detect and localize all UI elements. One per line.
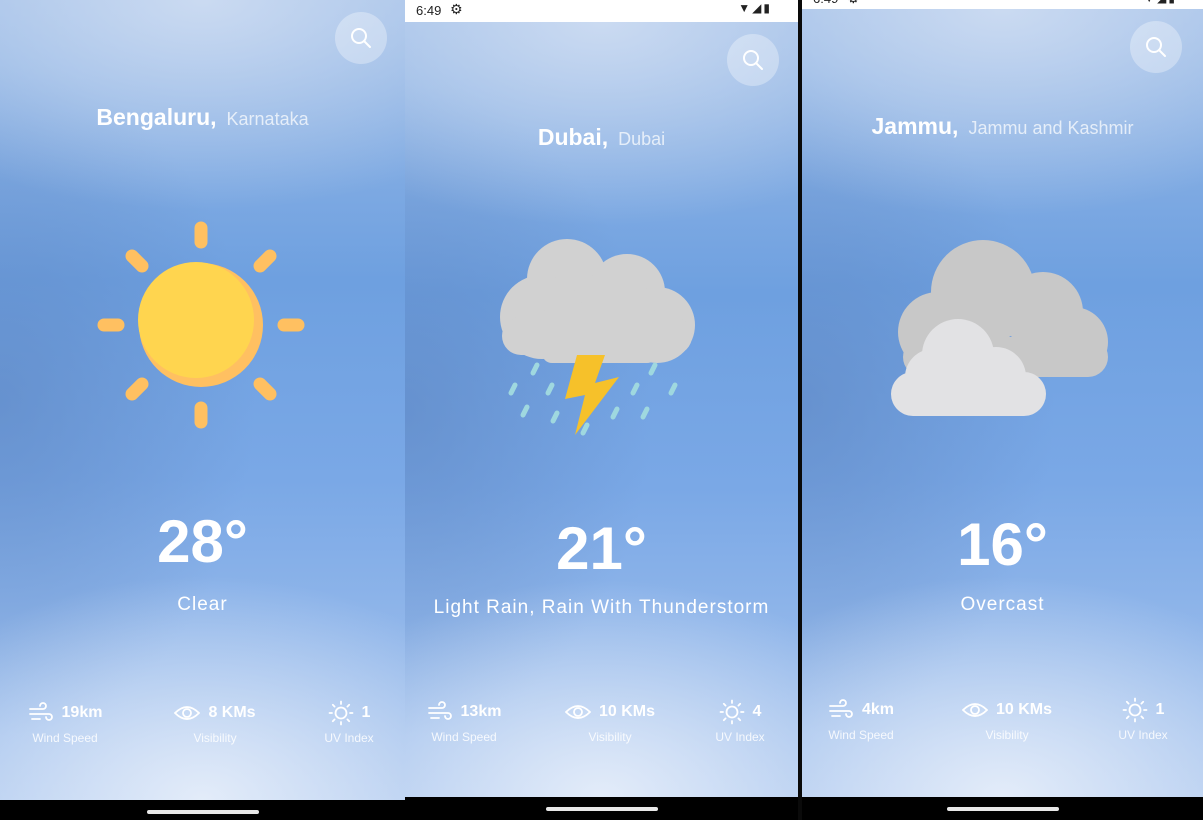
- visibility-label: Visibility: [985, 728, 1029, 742]
- uv-index-stat: 4 UV Index: [675, 699, 798, 744]
- region-name: Karnataka: [226, 109, 309, 129]
- uv-index-value: 1: [361, 704, 371, 721]
- search-button[interactable]: [727, 34, 779, 86]
- wind-icon: [28, 702, 53, 721]
- uv-index-stat: 1 UV Index: [1078, 697, 1203, 742]
- search-icon: [351, 28, 371, 48]
- temperature: 16°: [957, 511, 1048, 578]
- location-header: Bengaluru, Karnataka: [0, 104, 405, 131]
- visibility-label: Visibility: [193, 731, 237, 745]
- uv-index-value: 1: [1155, 701, 1165, 718]
- signal-icons: ▼◢▮: [1143, 0, 1177, 5]
- wind-icon: [427, 701, 452, 720]
- visibility-stat: 10 KMs Visibility: [545, 699, 675, 744]
- uv-index-stat: 1 UV Index: [284, 700, 405, 745]
- uv-sun-icon: [1122, 697, 1147, 723]
- wind-icon: [829, 699, 853, 718]
- region-name: Dubai: [618, 129, 666, 149]
- weather-condition: Clear: [177, 594, 228, 615]
- temperature: 28°: [157, 508, 248, 575]
- location-header: Jammu, Jammu and Kashmir: [802, 113, 1203, 140]
- visibility-value: 10 KMs: [598, 703, 656, 720]
- status-bar: 6:49 ⚙ ▼◢▮: [802, 0, 1203, 9]
- uv-sun-icon: [719, 699, 744, 725]
- weather-screen-bengaluru: Bengaluru, Karnataka 28° Clear 19km Wind…: [0, 0, 405, 800]
- wind-speed-stat: 13km Wind Speed: [405, 699, 529, 744]
- overcast-clouds-icon: [891, 240, 1108, 416]
- home-gesture-bar[interactable]: [545, 807, 658, 811]
- location-header: Dubai, Dubai: [405, 124, 798, 151]
- city-name: Bengaluru,: [96, 104, 217, 130]
- wind-speed-label: Wind Speed: [431, 730, 497, 744]
- eye-icon: [961, 703, 988, 717]
- search-icon: [1146, 37, 1166, 57]
- visibility-value: 10 KMs: [995, 701, 1053, 718]
- status-bar: 6:49 ⚙ ▼◢▮: [405, 0, 798, 22]
- eye-icon: [564, 705, 591, 719]
- sun-icon: [97, 221, 305, 429]
- home-gesture-bar[interactable]: [946, 807, 1059, 811]
- weather-condition: Light Rain, Rain With Thunderstorm: [433, 597, 770, 618]
- wind-speed-label: Wind Speed: [32, 731, 98, 745]
- wind-speed-value: 13km: [460, 703, 502, 720]
- wind-speed-value: 4km: [861, 701, 895, 718]
- visibility-label: Visibility: [588, 730, 632, 744]
- city-name: Dubai,: [537, 124, 609, 150]
- status-time-clipped: 6:49: [813, 0, 838, 6]
- uv-sun-icon: [328, 700, 353, 726]
- search-button[interactable]: [1130, 21, 1182, 73]
- wind-speed-stat: 19km Wind Speed: [0, 700, 130, 745]
- gear-icon: ⚙: [847, 0, 860, 7]
- region-name: Jammu and Kashmir: [968, 118, 1134, 138]
- uv-index-value: 4: [752, 703, 762, 720]
- uv-index-label: UV Index: [715, 730, 765, 744]
- search-button[interactable]: [335, 12, 387, 64]
- temperature: 21°: [556, 515, 647, 582]
- signal-icons: ▼◢▮: [738, 1, 772, 15]
- nav-bar: [0, 800, 405, 820]
- wind-speed-label: Wind Speed: [828, 728, 894, 742]
- weather-condition: Overcast: [960, 594, 1045, 615]
- uv-index-label: UV Index: [324, 731, 374, 745]
- thunderstorm-icon: [500, 239, 695, 436]
- weather-screen-dubai: Dubai, Dubai 21° Light Rain, Rain With Th…: [405, 22, 798, 797]
- wind-speed-stat: 4km Wind Speed: [802, 697, 926, 742]
- gear-icon: ⚙: [450, 1, 463, 17]
- city-name: Jammu,: [871, 113, 959, 139]
- status-time: 6:49: [416, 3, 442, 18]
- home-gesture-bar[interactable]: [146, 810, 259, 814]
- nav-bar: [802, 797, 1203, 820]
- visibility-value: 8 KMs: [208, 704, 256, 721]
- weather-screen-jammu: Jammu, Jammu and Kashmir 16° Overcast 4k…: [802, 9, 1203, 797]
- visibility-stat: 10 KMs Visibility: [942, 697, 1072, 742]
- wind-speed-value: 19km: [61, 704, 103, 721]
- nav-bar: [405, 797, 798, 820]
- search-icon: [743, 50, 763, 70]
- uv-index-label: UV Index: [1118, 728, 1168, 742]
- eye-icon: [174, 706, 201, 720]
- visibility-stat: 8 KMs Visibility: [150, 700, 280, 745]
